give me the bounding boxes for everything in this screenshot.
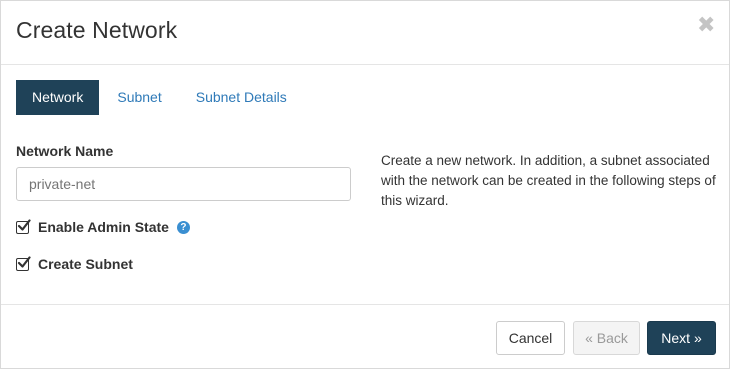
checkbox-checked-icon[interactable] [16,255,31,271]
checkbox-checked-icon[interactable] [16,218,31,234]
create-subnet-row[interactable]: Create Subnet [16,254,133,274]
next-button[interactable]: Next » [647,321,716,355]
create-subnet-label: Create Subnet [38,256,133,272]
dialog-footer: Cancel « Back Next » [1,304,729,368]
create-network-dialog: Create Network ✖ Network Subnet Subnet D… [0,0,730,369]
network-name-group: Network Name [16,143,352,201]
tab-subnet[interactable]: Subnet [101,80,177,115]
back-button[interactable]: « Back [573,321,640,355]
network-name-input[interactable] [16,167,351,201]
close-icon[interactable]: ✖ [697,14,715,36]
help-text: Create a new network. In addition, a sub… [381,153,716,208]
enable-admin-state-label: Enable Admin State [38,219,169,235]
wizard-tabs: Network Subnet Subnet Details [16,80,305,115]
tab-network[interactable]: Network [16,80,100,115]
cancel-button[interactable]: Cancel [496,321,565,355]
dialog-header: Create Network ✖ [1,1,729,65]
network-name-label: Network Name [16,143,114,159]
enable-admin-state-row[interactable]: Enable Admin State ? [16,217,190,237]
dialog-title: Create Network [16,17,178,43]
tab-subnet-details[interactable]: Subnet Details [180,80,303,115]
question-circle-icon[interactable]: ? [176,220,190,234]
